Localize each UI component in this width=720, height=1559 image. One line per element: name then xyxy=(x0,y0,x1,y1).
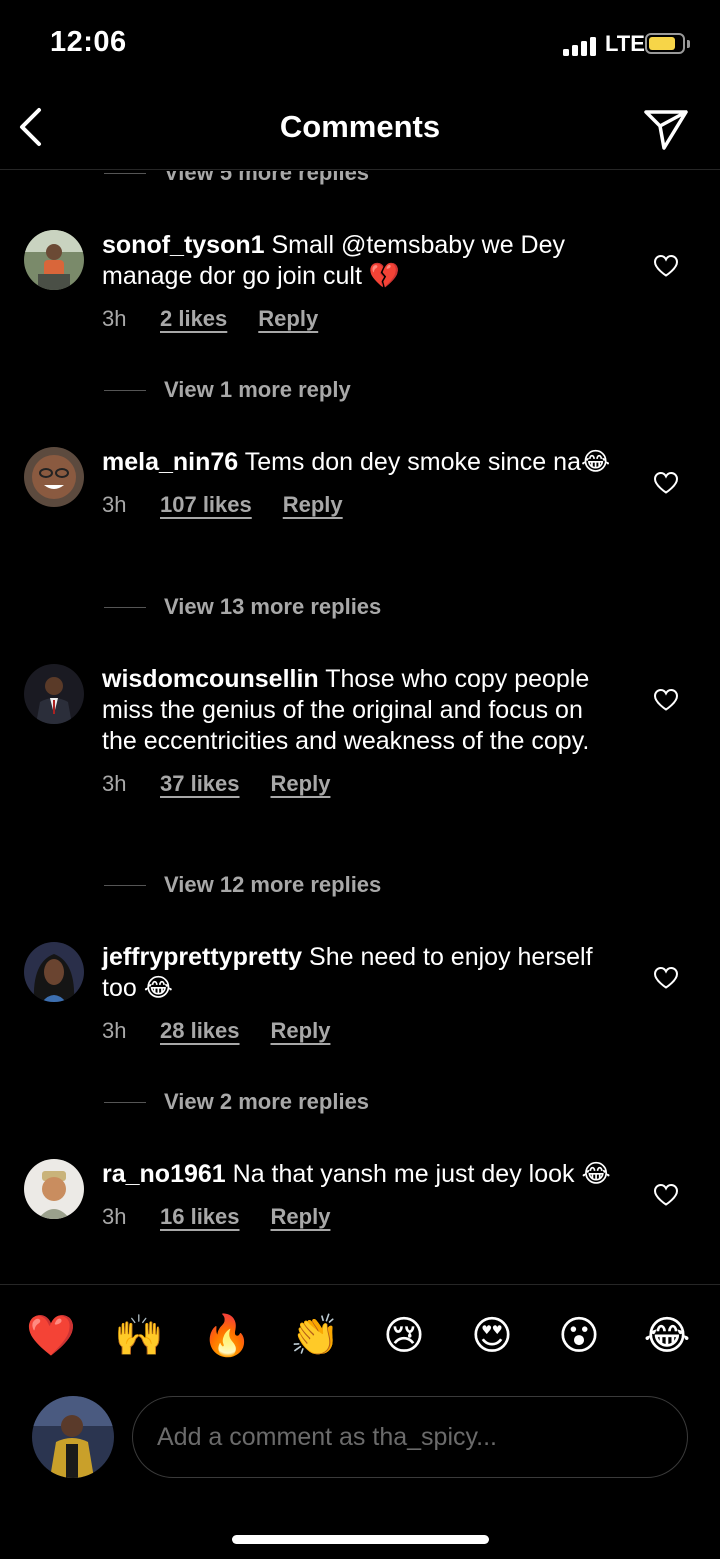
reply-thread-line xyxy=(104,884,146,886)
like-button[interactable] xyxy=(653,966,679,990)
view-replies-link[interactable]: View 5 more replies xyxy=(104,171,369,193)
heart-icon xyxy=(653,1183,679,1206)
reply-button[interactable]: Reply xyxy=(271,1018,331,1044)
battery-tip xyxy=(687,40,690,48)
comment-username[interactable]: ra_no1961 xyxy=(102,1160,226,1188)
battery-icon xyxy=(645,33,685,54)
likes-count-link[interactable]: 28 likes xyxy=(160,1018,240,1044)
heart-icon xyxy=(653,966,679,989)
avatar[interactable] xyxy=(24,664,84,724)
like-button[interactable] xyxy=(653,254,679,278)
comment-time: 3h xyxy=(102,1204,127,1229)
heart-icon xyxy=(653,471,679,494)
likes-count-link[interactable]: 2 likes xyxy=(160,306,227,332)
likes-count-link[interactable]: 37 likes xyxy=(160,771,240,797)
reply-button[interactable]: Reply xyxy=(271,771,331,797)
reply-button[interactable]: Reply xyxy=(258,306,318,332)
comment-time: 3h xyxy=(102,1018,127,1043)
comment-time: 3h xyxy=(102,771,127,796)
comment-time: 3h xyxy=(102,306,127,331)
page-title: Comments xyxy=(279,109,441,144)
reaction-fire-button[interactable]: 🔥 xyxy=(202,1311,252,1361)
reaction-raised-hands-button[interactable]: 🙌 xyxy=(114,1311,164,1361)
status-time: 12:06 xyxy=(50,26,127,58)
comment-username[interactable]: jeffryprettypretty xyxy=(102,943,302,971)
likes-count-link[interactable]: 16 likes xyxy=(160,1204,240,1230)
comment-message: Na that yansh me just dey look xyxy=(232,1160,575,1188)
comment-text: wisdomcounsellin Those who copy people m… xyxy=(102,664,622,757)
comment-username[interactable]: sonof_tyson1 xyxy=(102,231,265,259)
comment-emoji: 😂 xyxy=(143,974,173,1002)
reaction-laughing-button[interactable]: 😂 xyxy=(642,1311,692,1361)
comment-text: ra_no1961 Na that yansh me just dey look… xyxy=(102,1159,622,1190)
comment-emoji: 😂 xyxy=(580,448,611,476)
reply-thread-line xyxy=(104,172,146,174)
avatar[interactable] xyxy=(24,230,84,290)
share-button[interactable] xyxy=(640,104,692,154)
comment-compose-bar xyxy=(0,1384,720,1494)
reply-thread-line xyxy=(104,1101,146,1103)
nav-bar: Comments xyxy=(0,90,720,170)
comment-emoji: 💔 xyxy=(368,262,400,290)
home-indicator[interactable] xyxy=(232,1535,489,1544)
view-replies-link[interactable]: View 2 more replies xyxy=(104,1082,369,1122)
signal-icon xyxy=(563,36,601,56)
emoji-reaction-bar: ❤️ 🙌 🔥 👏 😢 😍 😮 😂 xyxy=(0,1284,720,1384)
comments-list[interactable]: View 5 more replies sonof_tyson1 Small @… xyxy=(0,171,720,1283)
comment-emoji: 😂 xyxy=(581,1160,611,1188)
like-button[interactable] xyxy=(653,1183,679,1207)
comment-text: mela_nin76 Tems don dey smoke since na😂 xyxy=(102,447,622,478)
avatar[interactable] xyxy=(24,942,84,1002)
network-type: LTE xyxy=(605,31,645,56)
likes-count-link[interactable]: 107 likes xyxy=(160,492,252,518)
comment-username[interactable]: wisdomcounsellin xyxy=(102,665,319,693)
heart-icon xyxy=(653,254,679,277)
avatar[interactable] xyxy=(24,447,84,507)
comment-username[interactable]: mela_nin76 xyxy=(102,448,238,476)
back-button[interactable] xyxy=(12,104,52,150)
reaction-surprised-button[interactable]: 😮 xyxy=(554,1311,604,1361)
heart-icon xyxy=(653,688,679,711)
like-button[interactable] xyxy=(653,471,679,495)
view-replies-link[interactable]: View 12 more replies xyxy=(104,865,381,905)
comment-time: 3h xyxy=(102,492,127,517)
comment-input[interactable] xyxy=(132,1396,688,1478)
current-user-avatar[interactable] xyxy=(32,1396,114,1478)
paper-plane-icon xyxy=(644,110,688,150)
reply-button[interactable]: Reply xyxy=(271,1204,331,1230)
like-button[interactable] xyxy=(653,688,679,712)
chevron-left-icon xyxy=(20,108,41,146)
reaction-crying-button[interactable]: 😢 xyxy=(379,1311,429,1361)
status-bar: 12:06 LTE xyxy=(0,0,720,90)
reaction-clap-button[interactable]: 👏 xyxy=(290,1311,340,1361)
reply-thread-line xyxy=(104,606,146,608)
reply-thread-line xyxy=(104,389,146,391)
reaction-heart-button[interactable]: ❤️ xyxy=(26,1311,76,1361)
comment-text: sonof_tyson1 Small @temsbaby we Dey mana… xyxy=(102,230,622,292)
comment-message: Tems don dey smoke since na xyxy=(244,448,581,476)
view-replies-link[interactable]: View 13 more replies xyxy=(104,587,381,627)
comment-text: jeffryprettypretty She need to enjoy her… xyxy=(102,942,622,1004)
reaction-heart-eyes-button[interactable]: 😍 xyxy=(467,1311,517,1361)
avatar[interactable] xyxy=(24,1159,84,1219)
reply-button[interactable]: Reply xyxy=(283,492,343,518)
view-replies-link[interactable]: View 1 more reply xyxy=(104,370,351,410)
